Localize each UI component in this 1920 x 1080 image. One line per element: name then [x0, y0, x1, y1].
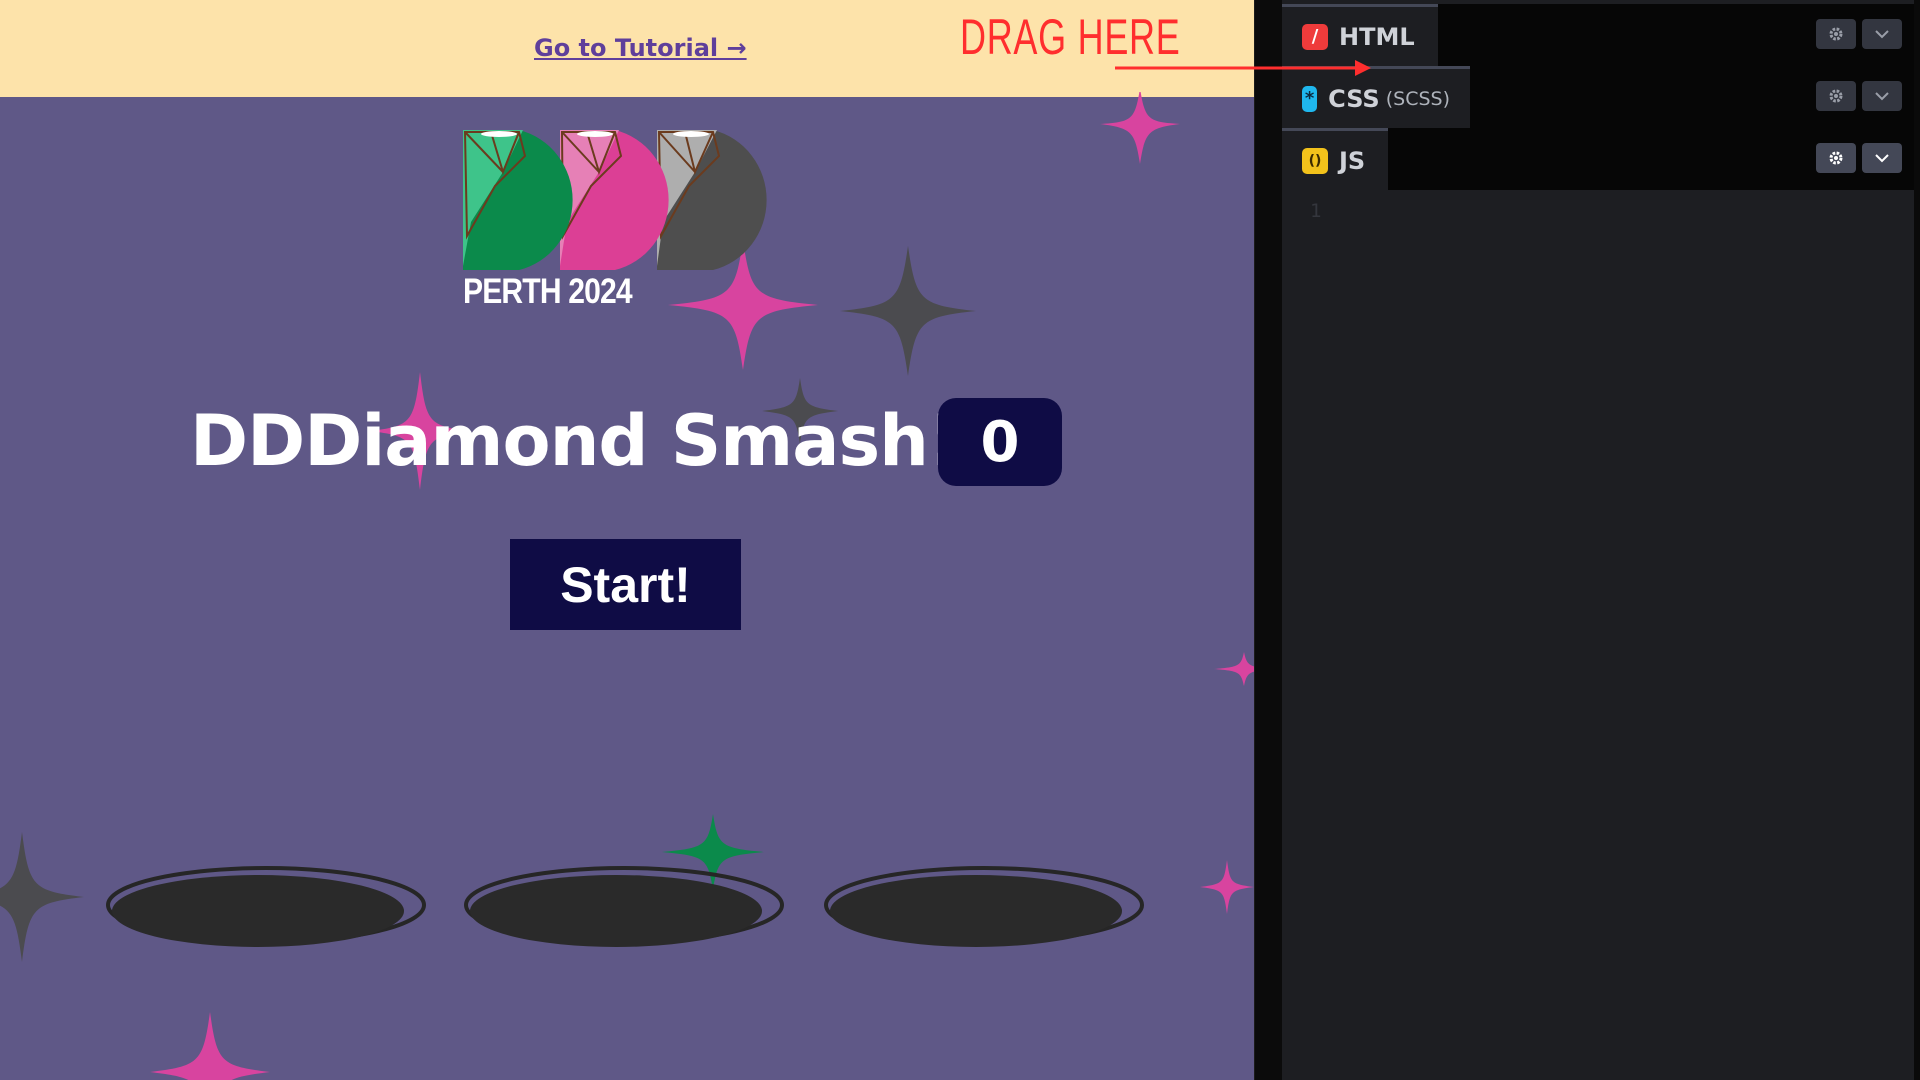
js-settings-button[interactable]	[1816, 143, 1856, 173]
go-to-tutorial-link[interactable]: Go to Tutorial →	[534, 34, 747, 62]
css-collapse-button[interactable]	[1862, 81, 1902, 111]
chevron-down-icon	[1875, 92, 1889, 101]
game-title: DDDiamond Smash!	[190, 400, 960, 482]
html-collapse-button[interactable]	[1862, 19, 1902, 49]
tab-css-label: CSS	[1328, 84, 1380, 113]
sparkle-pink-icon	[1200, 860, 1254, 914]
tab-js[interactable]: () JS	[1282, 128, 1388, 190]
chevron-down-icon	[1875, 154, 1889, 163]
tab-css-sublabel: (SCSS)	[1385, 87, 1450, 110]
score-value: 0	[980, 409, 1020, 475]
tab-js-label: JS	[1339, 146, 1366, 175]
sparkle-gray-icon	[840, 246, 976, 376]
css-icon: *	[1302, 85, 1318, 112]
css-settings-button[interactable]	[1816, 81, 1856, 111]
js-collapse-button[interactable]	[1862, 143, 1902, 173]
sparkle-pink-icon	[150, 1012, 270, 1080]
sparkle-pink-icon	[1214, 652, 1254, 686]
sparkle-gray-icon	[0, 832, 84, 962]
gear-icon	[1829, 89, 1843, 103]
tab-html-label: HTML	[1339, 22, 1415, 51]
mole-hole[interactable]	[464, 865, 784, 949]
code-editor-panel: / HTML * CSS (SCSS) () JS 1	[1282, 0, 1914, 1080]
html-settings-button[interactable]	[1816, 19, 1856, 49]
sparkle-pink-icon	[1100, 92, 1180, 164]
html-icon: /	[1302, 23, 1328, 50]
window-edge	[1914, 0, 1920, 1080]
js-pane-header: () JS	[1282, 128, 1914, 190]
gear-icon	[1829, 151, 1843, 165]
start-button[interactable]: Start!	[510, 539, 741, 630]
js-icon: ()	[1302, 147, 1328, 174]
logo-caption: PERTH 2024	[463, 272, 633, 311]
chevron-down-icon	[1875, 30, 1889, 39]
gear-icon	[1829, 27, 1843, 41]
css-pane-header: * CSS (SCSS)	[1282, 66, 1914, 128]
arrow-right-icon	[1115, 60, 1371, 76]
html-pane-header: / HTML	[1282, 4, 1914, 66]
dddperth-logo	[463, 130, 767, 270]
resize-gutter[interactable]	[1254, 0, 1282, 1080]
mole-hole[interactable]	[824, 865, 1144, 949]
score-badge: 0	[938, 398, 1062, 486]
game-preview: Go to Tutorial → PERTH 2024 DDDiamond Sm…	[0, 0, 1254, 1080]
line-number: 1	[1310, 200, 1322, 222]
mole-hole[interactable]	[106, 865, 426, 949]
